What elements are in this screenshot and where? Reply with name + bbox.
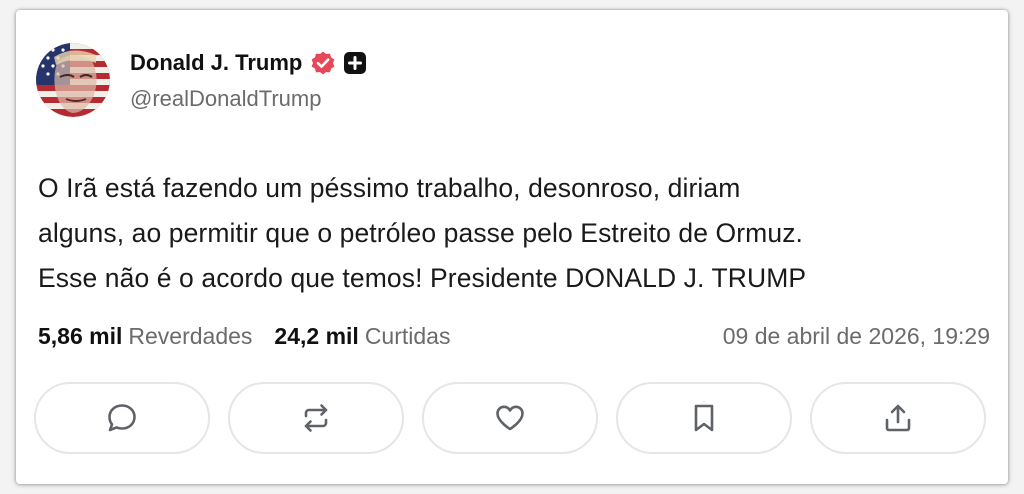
author-row: Donald J. Trump	[130, 48, 367, 78]
post-card: Donald J. Trump @realDonaldTrump O Irã e…	[16, 10, 1008, 484]
bookmark-button[interactable]	[616, 382, 792, 454]
comment-icon	[108, 404, 136, 432]
avatar[interactable]	[36, 43, 110, 117]
like-button[interactable]	[422, 382, 598, 454]
post-timestamp: 09 de abril de 2026, 19:29	[722, 322, 990, 349]
heart-icon	[496, 405, 524, 431]
retruth-button[interactable]	[228, 382, 404, 454]
share-icon	[885, 404, 911, 432]
likes-count[interactable]: 24,2 mil	[274, 323, 358, 350]
share-button[interactable]	[810, 382, 986, 454]
reposts-label[interactable]: Reverdades	[128, 323, 252, 350]
bookmark-icon	[694, 404, 714, 432]
repost-icon	[304, 404, 328, 432]
post-stats: 5,86 mil Reverdades 24,2 mil Curtidas 09…	[38, 320, 990, 352]
reposts-count[interactable]: 5,86 mil	[38, 323, 122, 350]
author-name[interactable]: Donald J. Trump	[130, 50, 302, 76]
likes-label[interactable]: Curtidas	[365, 323, 451, 350]
post-text: O Irã está fazendo um péssimo trabalho, …	[38, 166, 988, 301]
action-bar	[34, 382, 986, 454]
reply-button[interactable]	[34, 382, 210, 454]
post-text-line: O Irã está fazendo um péssimo trabalho, …	[38, 173, 741, 203]
post-text-line: alguns, ao permitir que o petróleo passe…	[38, 218, 804, 248]
author-handle[interactable]: @realDonaldTrump	[130, 86, 321, 112]
post-text-line: Esse não é o acordo que temos! President…	[38, 263, 807, 293]
flag-portrait-avatar-icon	[36, 43, 110, 117]
plus-badge-icon	[344, 52, 367, 74]
verified-badge-icon	[310, 50, 336, 76]
